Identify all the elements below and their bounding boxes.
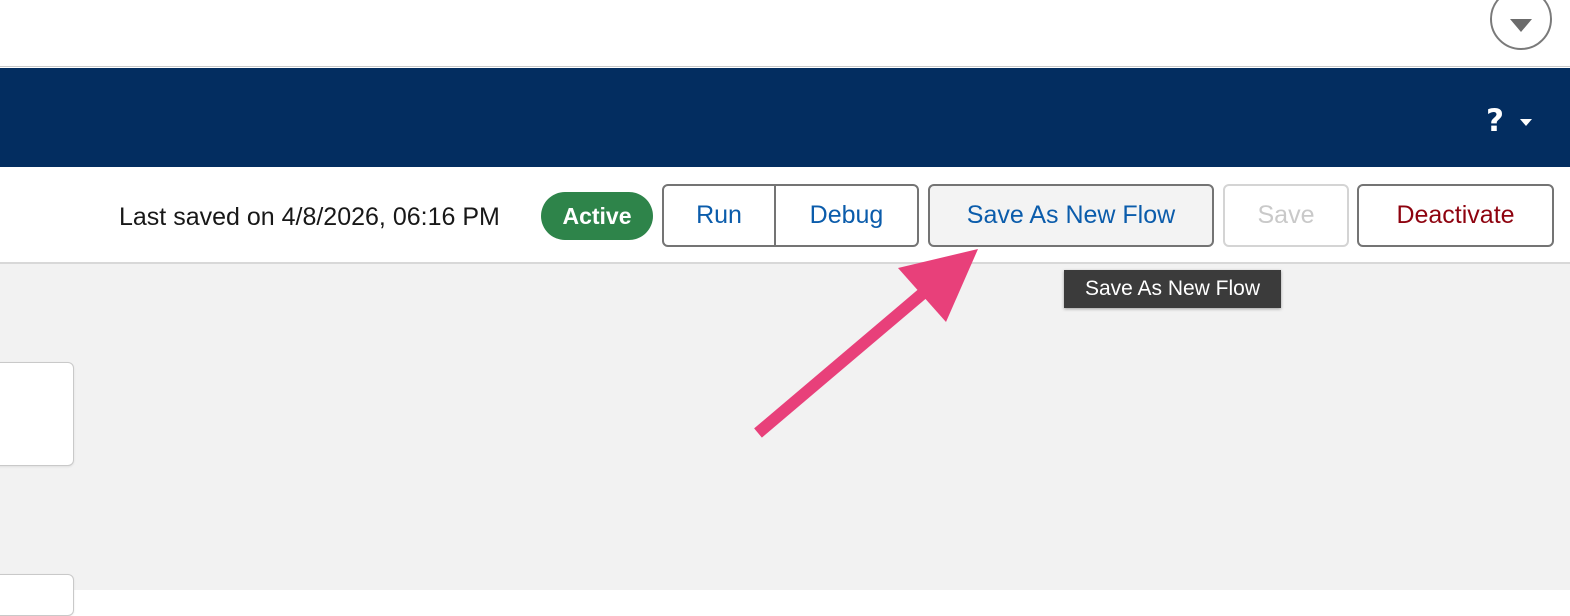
global-nav-bar (0, 68, 1570, 167)
deactivate-button[interactable]: Deactivate (1357, 184, 1554, 247)
flow-canvas[interactable] (0, 264, 1570, 590)
save-button[interactable]: Save (1223, 184, 1349, 247)
debug-button[interactable]: Debug (776, 186, 917, 245)
status-badge: Active (541, 192, 653, 240)
run-debug-button-group: Run Debug (662, 184, 919, 247)
caret-down-icon (1519, 118, 1532, 126)
run-button[interactable]: Run (664, 186, 776, 245)
top-strip (0, 0, 1570, 67)
chevron-down-icon (1510, 18, 1532, 32)
question-icon: ? (1486, 103, 1504, 139)
last-saved-text: Last saved on 4/8/2026, 06:16 PM (119, 203, 500, 231)
help-menu-button[interactable]: ? (1486, 103, 1532, 139)
flow-element-card[interactable] (0, 574, 74, 616)
tooltip: Save As New Flow (1064, 270, 1281, 308)
dropdown-circle-button[interactable] (1490, 0, 1552, 50)
flow-element-card[interactable] (0, 362, 74, 466)
save-as-new-flow-button[interactable]: Save As New Flow (928, 184, 1214, 247)
